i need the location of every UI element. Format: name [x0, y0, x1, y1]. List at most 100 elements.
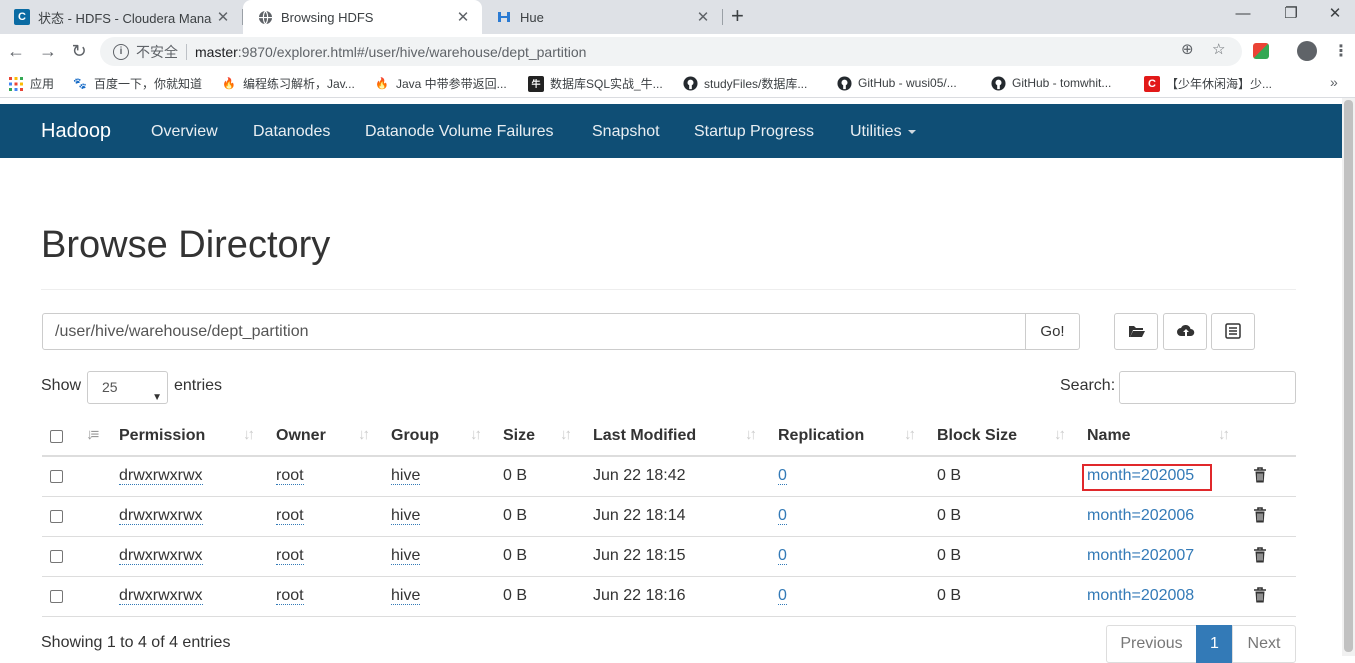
restore-icon[interactable]: ❐: [1268, 4, 1314, 24]
row-checkbox[interactable]: [50, 550, 63, 563]
column-header-last-modified[interactable]: Last Modified: [593, 427, 696, 445]
owner-cell[interactable]: root: [276, 587, 304, 605]
bookmark-baidu[interactable]: 🐾 百度一下，你就知道: [72, 75, 202, 92]
owner-cell[interactable]: root: [276, 547, 304, 565]
group-value[interactable]: hive: [391, 547, 421, 565]
trash-icon[interactable]: [1253, 587, 1267, 603]
column-header-owner[interactable]: Owner: [276, 427, 326, 445]
trash-icon[interactable]: [1253, 507, 1267, 523]
row-checkbox[interactable]: [50, 590, 63, 603]
replication-cell[interactable]: 0: [778, 467, 787, 485]
entries-per-page-select[interactable]: 25 ▼: [87, 371, 168, 404]
column-header-replication[interactable]: Replication: [778, 427, 864, 445]
column-header-group[interactable]: Group: [391, 427, 439, 445]
navbar-brand[interactable]: Hadoop: [41, 120, 111, 143]
group-cell[interactable]: hive: [391, 587, 421, 605]
column-header-name[interactable]: Name: [1087, 427, 1131, 445]
back-icon[interactable]: ←: [4, 39, 28, 63]
permission-cell[interactable]: drwxrwxrwx: [119, 547, 203, 565]
create-directory-button[interactable]: [1114, 313, 1158, 350]
sort-icon[interactable]: ↓↑: [1218, 426, 1230, 443]
owner-cell[interactable]: root: [276, 507, 304, 525]
address-bar[interactable]: i 不安全 master:9870/explorer.html#/user/hi…: [100, 37, 1242, 66]
new-tab-icon[interactable]: +: [731, 4, 744, 28]
sort-icon[interactable]: ↓↑: [243, 426, 255, 443]
owner-value[interactable]: root: [276, 507, 304, 525]
tab-hue[interactable]: Hue ✕: [482, 0, 722, 34]
group-value[interactable]: hive: [391, 467, 421, 485]
tab-browsing-hdfs[interactable]: Browsing HDFS ✕: [243, 0, 482, 34]
nav-snapshot[interactable]: Snapshot: [592, 123, 660, 141]
column-header-size[interactable]: Size: [503, 427, 535, 445]
group-cell[interactable]: hive: [391, 547, 421, 565]
permission-cell[interactable]: drwxrwxrwx: [119, 467, 203, 485]
replication-cell[interactable]: 0: [778, 507, 787, 525]
sort-asc-icon[interactable]: ↓≡: [86, 426, 99, 443]
go-button[interactable]: Go!: [1025, 313, 1080, 350]
minimize-icon[interactable]: —: [1220, 4, 1266, 24]
directory-name-link[interactable]: month=202007: [1087, 547, 1194, 565]
row-checkbox[interactable]: [50, 470, 63, 483]
page-1-button[interactable]: 1: [1196, 625, 1233, 663]
sort-icon[interactable]: ↓↑: [560, 426, 572, 443]
info-icon[interactable]: i: [113, 43, 129, 60]
select-all-checkbox[interactable]: [50, 430, 63, 443]
sort-icon[interactable]: ↓↑: [470, 426, 482, 443]
directory-name-link[interactable]: month=202006: [1087, 507, 1194, 525]
replication-cell[interactable]: 0: [778, 547, 787, 565]
replication-value[interactable]: 0: [778, 467, 787, 485]
permission-value[interactable]: drwxrwxrwx: [119, 547, 203, 565]
more-menu-icon[interactable]: ⋮: [1333, 41, 1349, 61]
bookmark-java[interactable]: 🔥 Java 中带参带返回...: [374, 75, 507, 92]
window-close-icon[interactable]: ✕: [1312, 4, 1355, 24]
bookmark-nowcoder[interactable]: 牛 数据库SQL实战_牛...: [528, 75, 663, 92]
reload-icon[interactable]: ↻: [67, 39, 91, 63]
zoom-icon[interactable]: ⊕: [1181, 40, 1194, 58]
permission-value[interactable]: drwxrwxrwx: [119, 507, 203, 525]
replication-cell[interactable]: 0: [778, 587, 787, 605]
bookmarks-overflow-icon[interactable]: »: [1330, 74, 1338, 90]
directory-name-link[interactable]: month=202005: [1087, 467, 1194, 485]
sort-icon[interactable]: ↓↑: [904, 426, 916, 443]
nav-datanodes[interactable]: Datanodes: [253, 123, 330, 141]
group-cell[interactable]: hive: [391, 467, 421, 485]
bookmark-github-wusi05[interactable]: GitHub - wusi05/...: [836, 75, 957, 91]
bookmark-apps[interactable]: 应用: [8, 75, 54, 92]
column-header-block-size[interactable]: Block Size: [937, 427, 1017, 445]
permission-value[interactable]: drwxrwxrwx: [119, 587, 203, 605]
permission-cell[interactable]: drwxrwxrwx: [119, 587, 203, 605]
permission-value[interactable]: drwxrwxrwx: [119, 467, 203, 485]
owner-value[interactable]: root: [276, 467, 304, 485]
search-input[interactable]: [1119, 371, 1296, 404]
trash-icon[interactable]: [1253, 467, 1267, 483]
upload-button[interactable]: [1163, 313, 1207, 350]
scrollbar-thumb[interactable]: [1344, 100, 1353, 652]
directory-name-link[interactable]: month=202008: [1087, 587, 1194, 605]
replication-value[interactable]: 0: [778, 587, 787, 605]
directory-path-input[interactable]: /user/hive/warehouse/dept_partition: [42, 313, 1026, 350]
page-scrollbar[interactable]: [1342, 98, 1355, 656]
sort-icon[interactable]: ↓↑: [358, 426, 370, 443]
close-icon[interactable]: ✕: [452, 8, 474, 26]
replication-value[interactable]: 0: [778, 547, 787, 565]
close-icon[interactable]: ✕: [692, 8, 714, 26]
trash-icon[interactable]: [1253, 547, 1267, 563]
bookmark-csdn[interactable]: C 【少年休闲海】少...: [1144, 75, 1272, 92]
sort-icon[interactable]: ↓↑: [1054, 426, 1066, 443]
owner-cell[interactable]: root: [276, 467, 304, 485]
sort-icon[interactable]: ↓↑: [745, 426, 757, 443]
nav-startup-progress[interactable]: Startup Progress: [694, 123, 814, 141]
owner-value[interactable]: root: [276, 547, 304, 565]
row-checkbox[interactable]: [50, 510, 63, 523]
permission-cell[interactable]: drwxrwxrwx: [119, 507, 203, 525]
group-cell[interactable]: hive: [391, 507, 421, 525]
extension-icon[interactable]: [1253, 43, 1269, 59]
group-value[interactable]: hive: [391, 507, 421, 525]
nav-utilities-dropdown[interactable]: Utilities: [850, 123, 916, 141]
nav-datanode-volume-failures[interactable]: Datanode Volume Failures: [365, 123, 554, 141]
close-icon[interactable]: ✕: [212, 8, 234, 26]
tab-cloudera[interactable]: C 状态 - HDFS - Cloudera Manag ✕: [0, 0, 242, 34]
bookmark-studyfiles[interactable]: studyFiles/数据库...: [682, 75, 807, 92]
bookmark-bianchenglianxi[interactable]: 🔥 编程练习解析，Jav...: [221, 75, 355, 92]
next-page-button[interactable]: Next: [1232, 625, 1296, 663]
